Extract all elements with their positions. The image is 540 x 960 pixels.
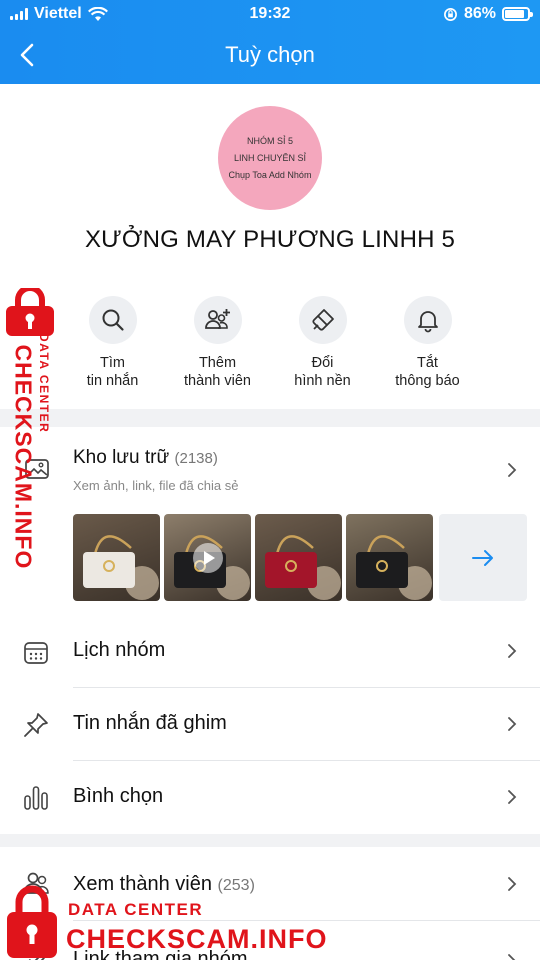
chevron-right-icon <box>508 790 517 804</box>
handbag-image <box>265 535 341 600</box>
storage-subtitle: Xem ảnh, link, file đã chia sẻ <box>73 478 239 493</box>
paint-brush-icon <box>298 296 347 344</box>
poll-icon <box>24 786 48 810</box>
search-messages-label: Tìm tin nhắn <box>86 355 139 389</box>
calendar-icon <box>24 642 48 664</box>
add-member-button[interactable]: Thêm thành viên <box>165 296 270 390</box>
search-messages-button[interactable]: Tìm tin nhắn <box>60 296 165 390</box>
watermark-bottom: DATA CENTER CHECKSCAM.INFO <box>0 880 340 960</box>
pinned-messages-label: Tin nhắn đã ghim <box>73 712 227 734</box>
orientation-lock-icon <box>444 7 457 21</box>
top-bar: Viettel 19:32 86% Tuỳ chọn <box>0 0 540 84</box>
pinned-messages-row[interactable]: Tin nhắn đã ghim <box>0 687 540 760</box>
nav-bar: Tuỳ chọn <box>0 30 540 80</box>
battery-icon <box>502 7 533 21</box>
watermark-side: CHECKSCAM.INFO DATA CENTER <box>2 288 60 570</box>
chevron-right-icon <box>508 644 517 658</box>
group-avatar[interactable]: NHÓM SỈ 5 LINH CHUYÊN SỈ Chụp Toa Add Nh… <box>218 106 322 210</box>
mute-notifications-label: Tắt thông báo <box>395 355 460 389</box>
handbag-image <box>356 535 432 600</box>
group-calendar-row[interactable]: Lịch nhóm <box>0 614 540 687</box>
page-title: Tuỳ chọn <box>225 42 315 67</box>
bell-icon <box>403 296 452 344</box>
poll-row[interactable]: Bình chọn <box>0 760 540 833</box>
chevron-right-icon <box>508 463 517 477</box>
mute-notifications-button[interactable]: Tắt thông báo <box>375 296 480 390</box>
arrow-right-icon <box>472 549 493 566</box>
group-menu: Lịch nhóm Tin nhắn đã ghim Bình chọn <box>0 614 540 834</box>
storage-thumbnails <box>73 514 527 601</box>
see-more-media-button[interactable] <box>439 514 527 601</box>
watermark-tag: DATA CENTER <box>68 900 204 919</box>
handbag-image <box>83 535 159 600</box>
poll-label: Bình chọn <box>73 785 164 807</box>
avatar-line-3: Chụp Toa Add Nhóm <box>228 169 312 180</box>
add-member-label: Thêm thành viên <box>184 355 251 389</box>
quick-actions: Tìm tin nhắn Thêm thành viên Đổi hình nề… <box>60 296 480 390</box>
storage-title-text: Kho lưu trữ <box>73 447 170 468</box>
chevron-right-icon <box>508 717 517 731</box>
play-icon <box>192 542 223 573</box>
lock-logo-icon <box>6 288 54 336</box>
storage-section[interactable]: Kho lưu trữ (2138) Xem ảnh, link, file đ… <box>0 427 540 614</box>
status-right: 86% <box>443 5 533 23</box>
watermark-brand: CHECKSCAM.INFO <box>66 924 328 954</box>
change-wallpaper-label: Đổi hình nền <box>294 355 351 389</box>
media-thumbnail[interactable] <box>164 514 251 601</box>
media-thumbnail[interactable] <box>73 514 160 601</box>
avatar-line-2: LINH CHUYÊN SỈ <box>233 152 306 163</box>
group-profile-card: NHÓM SỈ 5 LINH CHUYÊN SỈ Chụp Toa Add Nh… <box>0 84 540 409</box>
battery-fill <box>505 10 524 18</box>
chevron-right-icon <box>508 877 517 891</box>
group-name[interactable]: XƯỞNG MAY PHƯƠNG LINHH 5 <box>0 226 540 254</box>
pin-icon <box>24 713 48 737</box>
avatar-line-1: NHÓM SỈ 5 <box>246 135 293 146</box>
lock-logo-icon <box>7 885 57 958</box>
change-wallpaper-button[interactable]: Đổi hình nền <box>270 296 375 390</box>
battery-percent: 86% <box>463 5 496 22</box>
search-icon <box>88 296 137 344</box>
storage-title: Kho lưu trữ (2138) <box>73 447 218 469</box>
media-thumbnail[interactable] <box>255 514 342 601</box>
watermark-brand-vertical: CHECKSCAM.INFO <box>10 344 37 570</box>
chevron-right-icon <box>508 954 516 960</box>
group-calendar-label: Lịch nhóm <box>73 639 166 661</box>
storage-count: (2138) <box>174 450 218 467</box>
status-bar: Viettel 19:32 86% <box>0 0 540 28</box>
add-member-icon <box>193 296 242 344</box>
watermark-tag-vertical: DATA CENTER <box>37 333 51 434</box>
media-thumbnail[interactable] <box>346 514 433 601</box>
